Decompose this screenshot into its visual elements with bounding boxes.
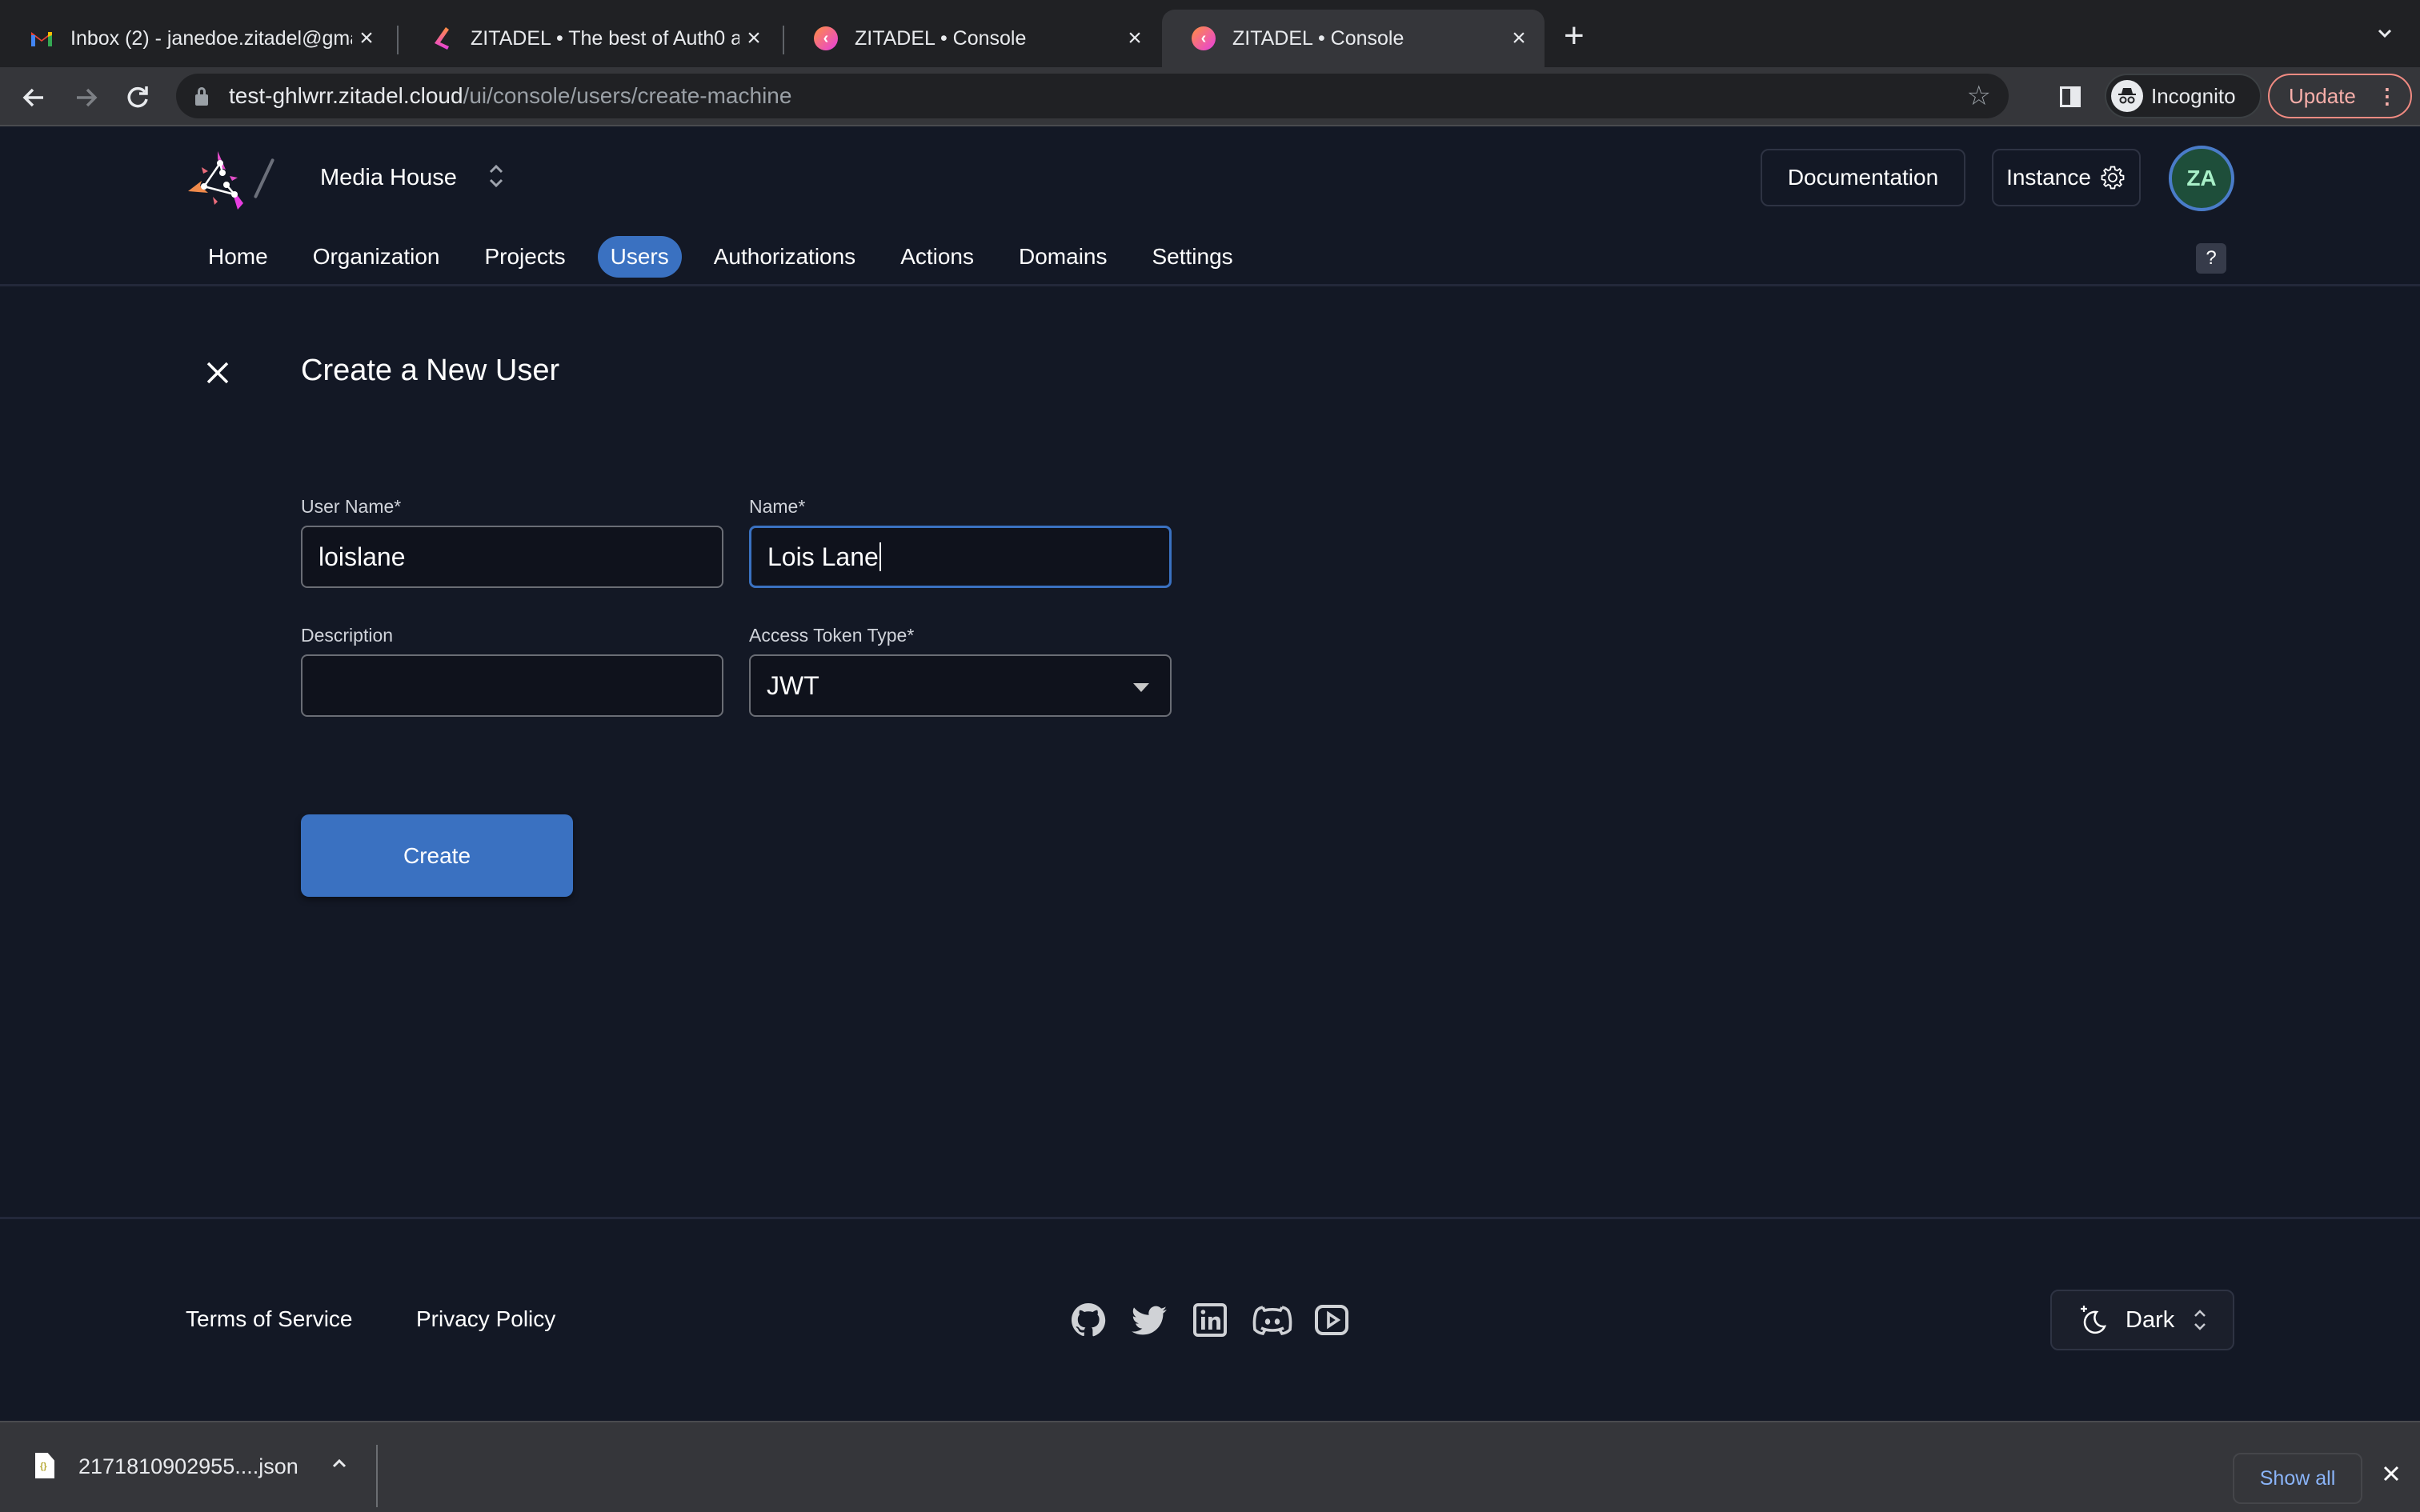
forward-button[interactable] (69, 80, 104, 115)
back-button[interactable] (16, 80, 51, 115)
nav-organization[interactable]: Organization (300, 236, 453, 278)
close-tab-icon[interactable]: × (352, 25, 381, 52)
close-download-bar-icon[interactable] (2382, 1464, 2401, 1483)
browser-tab-bar: Inbox (2) - janedoe.zitadel@gmail.com × … (0, 0, 2420, 67)
chevron-up-icon[interactable] (330, 1454, 349, 1479)
nav-projects[interactable]: Projects (471, 236, 578, 278)
github-icon[interactable] (1069, 1301, 1108, 1339)
close-tab-icon[interactable]: × (1120, 25, 1149, 52)
update-label: Update (2289, 83, 2356, 108)
nav-domains[interactable]: Domains (1006, 236, 1120, 278)
token-type-label: Access Token Type* (749, 625, 915, 646)
twitter-icon[interactable] (1130, 1301, 1168, 1339)
gear-icon (2099, 164, 2126, 191)
org-switch-chevrons-icon[interactable] (487, 162, 506, 191)
browser-tab-gmail[interactable]: Inbox (2) - janedoe.zitadel@gmail.com × (0, 10, 392, 67)
nav-settings[interactable]: Settings (1140, 236, 1246, 278)
documentation-label: Documentation (1787, 165, 1939, 190)
username-input[interactable]: loislane (301, 526, 723, 588)
username-value: loislane (319, 542, 406, 571)
footer-divider (0, 1217, 2420, 1219)
tab-title: ZITADEL • The best of Auth0 and Keycloak (471, 26, 739, 50)
theme-switcher[interactable]: Dark (2050, 1290, 2234, 1350)
nav-home[interactable]: Home (195, 236, 281, 278)
text-caret (879, 542, 881, 571)
breadcrumb-separator (253, 158, 275, 199)
tab-search-chevron-icon[interactable] (2375, 24, 2394, 43)
tab-title: ZITADEL • Console (855, 26, 1027, 50)
zitadel-console-icon: ‹ (1191, 26, 1216, 51)
documentation-button[interactable]: Documentation (1761, 149, 1965, 206)
close-icon[interactable] (202, 357, 234, 389)
nav-users[interactable]: Users (597, 236, 682, 278)
tab-title: Inbox (2) - janedoe.zitadel@gmail.com (70, 26, 352, 50)
close-tab-icon[interactable]: × (739, 25, 768, 52)
page-title: Create a New User (301, 354, 560, 387)
json-file-icon: {} (35, 1453, 54, 1478)
name-input[interactable]: Lois Lane (749, 526, 1172, 588)
terms-of-service-link[interactable]: Terms of Service (186, 1306, 353, 1332)
zitadel-console-icon: ‹ (813, 26, 839, 51)
theme-label: Dark (2126, 1306, 2175, 1333)
download-bar: {} 2171810902955....json Show all (0, 1421, 2420, 1512)
name-value: Lois Lane (767, 542, 879, 571)
zitadel-logo[interactable] (186, 147, 250, 211)
browser-tab-console-active[interactable]: ‹ ZITADEL • Console × (1162, 10, 1545, 67)
tab-title: ZITADEL • Console (1232, 26, 1404, 50)
incognito-badge[interactable]: Incognito (2105, 74, 2262, 118)
discord-icon[interactable] (1252, 1301, 1292, 1339)
name-label: Name* (749, 496, 806, 517)
side-panel-icon[interactable] (2060, 86, 2081, 107)
moon-icon (2076, 1302, 2111, 1338)
privacy-policy-link[interactable]: Privacy Policy (416, 1306, 555, 1332)
description-label: Description (301, 625, 394, 646)
youtube-icon[interactable] (1312, 1301, 1351, 1339)
browser-toolbar: test-ghlwrr.zitadel.cloud/ui/console/use… (0, 67, 2420, 126)
lock-icon (194, 86, 210, 106)
nav-actions[interactable]: Actions (887, 236, 987, 278)
instance-button[interactable]: Instance (1992, 149, 2141, 206)
create-button[interactable]: Create (301, 814, 573, 897)
zitadel-icon (429, 26, 455, 51)
incognito-icon (2111, 80, 2143, 112)
bookmark-star-icon[interactable]: ☆ (1967, 80, 1991, 112)
token-type-value: JWT (767, 670, 819, 700)
app-header: Media House Documentation Instance ZA Ho… (0, 126, 2420, 286)
nav-authorizations[interactable]: Authorizations (701, 236, 868, 278)
token-type-select[interactable]: JWT (749, 654, 1172, 717)
url-host: test-ghlwrr.zitadel.cloud (229, 83, 463, 108)
theme-switch-chevrons-icon (2192, 1306, 2208, 1334)
more-menu-icon[interactable]: ⋮ (2377, 84, 2398, 109)
user-avatar[interactable]: ZA (2169, 146, 2234, 211)
download-file-name[interactable]: 2171810902955....json (78, 1454, 298, 1479)
description-input[interactable] (301, 654, 723, 717)
show-all-button[interactable]: Show all (2233, 1453, 2362, 1504)
tab-separator (397, 26, 399, 54)
update-button[interactable]: Update ⋮ (2268, 74, 2412, 118)
address-bar[interactable]: test-ghlwrr.zitadel.cloud/ui/console/use… (176, 74, 2009, 118)
linkedin-icon[interactable] (1191, 1301, 1229, 1339)
instance-label: Instance (2006, 165, 2091, 190)
help-button[interactable]: ? (2196, 243, 2226, 274)
gmail-icon (29, 26, 54, 51)
incognito-label: Incognito (2151, 83, 2236, 108)
main-nav: Home Organization Projects Users Authori… (195, 236, 1265, 278)
organization-name[interactable]: Media House (320, 165, 457, 191)
username-label: User Name* (301, 496, 402, 517)
url-path: /ui/console/users/create-machine (463, 83, 792, 108)
close-tab-icon[interactable]: × (1504, 25, 1533, 52)
new-tab-button[interactable]: + (1564, 16, 1585, 56)
dropdown-arrow-icon (1133, 683, 1149, 692)
browser-tab-zitadel-home[interactable]: ZITADEL • The best of Auth0 and Keycloak… (400, 10, 779, 67)
reload-button[interactable] (120, 80, 155, 115)
download-separator (376, 1445, 378, 1507)
browser-tab-console[interactable]: ‹ ZITADEL • Console × (784, 10, 1160, 67)
